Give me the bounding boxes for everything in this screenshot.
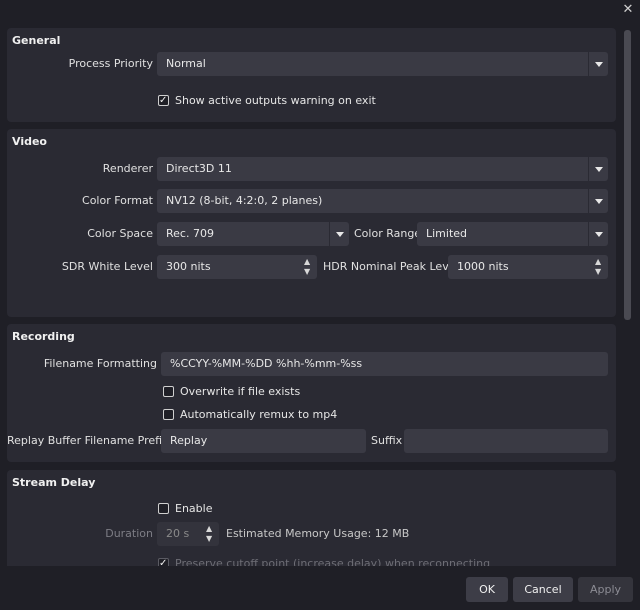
preserve-cutoff-label: Preserve cutoff point (increase delay) w… [175, 557, 491, 566]
color-format-label: Color Format [82, 194, 153, 207]
process-priority-label: Process Priority [68, 57, 153, 70]
spinbox-arrows[interactable]: ▲ ▼ [590, 255, 608, 279]
color-range-select[interactable]: Limited [417, 222, 608, 246]
suffix-label: Suffix [371, 434, 403, 447]
recording-title: Recording [12, 330, 75, 343]
remux-checkbox[interactable]: Automatically remux to mp4 [163, 407, 383, 423]
chevron-down-icon[interactable] [588, 189, 608, 213]
preserve-cutoff-checkbox[interactable]: Preserve cutoff point (increase delay) w… [158, 556, 490, 566]
checkbox-icon[interactable] [163, 409, 174, 420]
chevron-up-icon[interactable]: ▲ [595, 258, 601, 266]
duration-value: 20 s [166, 527, 190, 540]
filename-formatting-label: Filename Formatting [43, 357, 157, 370]
color-space-label: Color Space [87, 227, 153, 240]
ok-button[interactable]: OK [466, 577, 508, 602]
general-title: General [12, 34, 61, 47]
cancel-button[interactable]: Cancel [513, 577, 573, 602]
hdr-peak-label: HDR Nominal Peak Level [323, 260, 459, 273]
suffix-input[interactable] [404, 429, 608, 453]
enable-delay-checkbox[interactable]: Enable [158, 501, 258, 517]
checkbox-icon[interactable] [163, 386, 174, 397]
hdr-peak-spinbox[interactable]: 1000 nits ▲ ▼ [448, 255, 608, 279]
renderer-value: Direct3D 11 [166, 162, 232, 175]
checkbox-checked-icon[interactable] [158, 93, 169, 109]
process-priority-select[interactable]: Normal [157, 52, 608, 76]
video-title: Video [12, 135, 47, 148]
general-group: General Process Priority Normal Show act… [7, 28, 616, 122]
renderer-select[interactable]: Direct3D 11 [157, 157, 608, 181]
video-group: Video Renderer Direct3D 11 Color Format … [7, 129, 616, 317]
duration-label: Duration [105, 527, 153, 540]
show-active-outputs-checkbox[interactable]: Show active outputs warning on exit [158, 93, 418, 109]
close-icon[interactable]: ✕ [620, 2, 636, 18]
vertical-scrollbar[interactable] [624, 30, 631, 320]
memory-usage-label: Estimated Memory Usage: 12 MB [226, 527, 410, 540]
chevron-down-icon[interactable]: ▼ [595, 268, 601, 276]
stream-delay-group: Stream Delay Enable Duration 20 s ▲ ▼ Es… [7, 470, 616, 566]
chevron-up-icon[interactable]: ▲ [206, 525, 212, 533]
show-active-outputs-label: Show active outputs warning on exit [175, 94, 376, 107]
color-space-value: Rec. 709 [166, 227, 214, 240]
replay-prefix-input[interactable]: Replay [161, 429, 366, 453]
spinbox-arrows[interactable]: ▲ ▼ [201, 522, 219, 546]
hdr-peak-value: 1000 nits [457, 260, 509, 273]
stream-delay-title: Stream Delay [12, 476, 96, 489]
chevron-up-icon[interactable]: ▲ [304, 258, 310, 266]
chevron-down-icon[interactable] [588, 222, 608, 246]
replay-prefix-label: Replay Buffer Filename Prefix [7, 434, 169, 447]
enable-delay-label: Enable [175, 502, 213, 515]
sdr-white-value: 300 nits [166, 260, 211, 273]
overwrite-checkbox[interactable]: Overwrite if file exists [163, 384, 363, 400]
color-range-label: Color Range [354, 227, 422, 240]
renderer-label: Renderer [102, 162, 153, 175]
chevron-down-icon[interactable] [329, 222, 349, 246]
sdr-white-label: SDR White Level [61, 260, 153, 273]
filename-formatting-input[interactable]: %CCYY-%MM-%DD %hh-%mm-%ss [161, 352, 608, 376]
settings-scroll-area[interactable]: General Process Priority Normal Show act… [0, 22, 622, 566]
checkbox-icon[interactable] [158, 503, 169, 514]
color-format-select[interactable]: NV12 (8-bit, 4:2:0, 2 planes) [157, 189, 608, 213]
spinbox-arrows[interactable]: ▲ ▼ [299, 255, 317, 279]
chevron-down-icon[interactable] [588, 52, 608, 76]
apply-button[interactable]: Apply [578, 577, 633, 602]
duration-spinbox[interactable]: 20 s ▲ ▼ [157, 522, 219, 546]
process-priority-value: Normal [166, 57, 206, 70]
recording-group: Recording Filename Formatting %CCYY-%MM-… [7, 324, 616, 462]
sdr-white-spinbox[interactable]: 300 nits ▲ ▼ [157, 255, 317, 279]
remux-label: Automatically remux to mp4 [180, 408, 338, 421]
color-range-value: Limited [426, 227, 468, 240]
chevron-down-icon[interactable] [588, 157, 608, 181]
color-format-value: NV12 (8-bit, 4:2:0, 2 planes) [166, 194, 323, 207]
overwrite-label: Overwrite if file exists [180, 385, 301, 398]
chevron-down-icon[interactable]: ▼ [304, 268, 310, 276]
checkbox-checked-icon[interactable] [158, 556, 169, 566]
color-space-select[interactable]: Rec. 709 [157, 222, 349, 246]
chevron-down-icon[interactable]: ▼ [206, 535, 212, 543]
